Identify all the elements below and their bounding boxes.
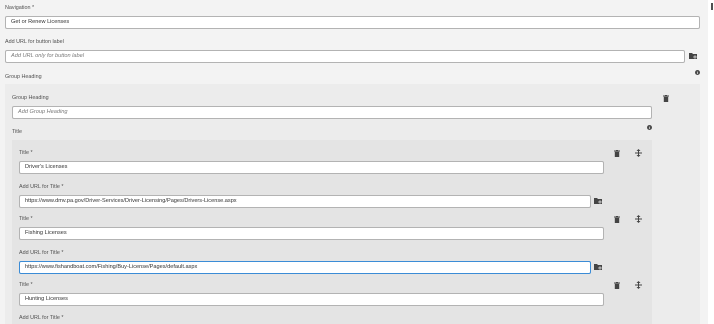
info-icon: i [695,70,700,75]
drag-handle-icon [634,149,642,157]
folder-search-icon [688,53,697,59]
browse-button[interactable] [593,262,603,272]
url-label: Add URL for Title * [19,250,64,256]
browse-button[interactable] [593,196,603,206]
drag-handle-icon [634,215,642,223]
navigation-label: Navigation * [5,5,35,11]
url-input[interactable]: https://www.dmv.pa.gov/Driver-Services/D… [19,195,591,208]
folder-search-icon [593,198,602,204]
title-section-label: Title [12,129,22,135]
drag-handle-icon [634,281,642,289]
scrollbar[interactable] [708,0,714,324]
reorder-item-button[interactable] [633,280,643,290]
button-url-label: Add URL for button label [5,39,64,45]
delete-item-button[interactable] [612,214,622,224]
delete-item-button[interactable] [612,148,622,158]
delete-item-button[interactable] [612,280,622,290]
url-input[interactable]: https://www.fishandboat.com/Fishing/Buy-… [19,261,591,274]
group-heading-section-label: Group Heading [5,74,42,80]
url-label: Add URL for Title * [19,184,64,190]
title-label: Title * [19,150,33,156]
button-url-input[interactable]: Add URL only for button label [5,50,685,63]
navigation-input[interactable]: Get or Renew Licenses [5,16,700,29]
info-icon: i [647,125,652,130]
group-heading-input[interactable]: Add Group Heading [12,106,652,119]
trash-icon [614,215,620,223]
trash-icon [614,149,620,157]
trash-icon [614,281,620,289]
delete-group-button[interactable] [661,93,671,103]
title-label: Title * [19,282,33,288]
title-input[interactable]: Fishing Licenses [19,227,604,240]
reorder-item-button[interactable] [633,148,643,158]
browse-button[interactable] [688,51,698,61]
title-label: Title * [19,216,33,222]
folder-search-icon [593,264,602,270]
scroll-thumb[interactable] [711,3,713,10]
title-input[interactable]: Hunting Licenses [19,293,604,306]
reorder-item-button[interactable] [633,214,643,224]
group-heading-field-label: Group Heading [12,95,49,101]
url-label: Add URL for Title * [19,315,64,321]
title-input[interactable]: Driver's Licenses [19,161,604,174]
trash-icon [663,94,669,102]
